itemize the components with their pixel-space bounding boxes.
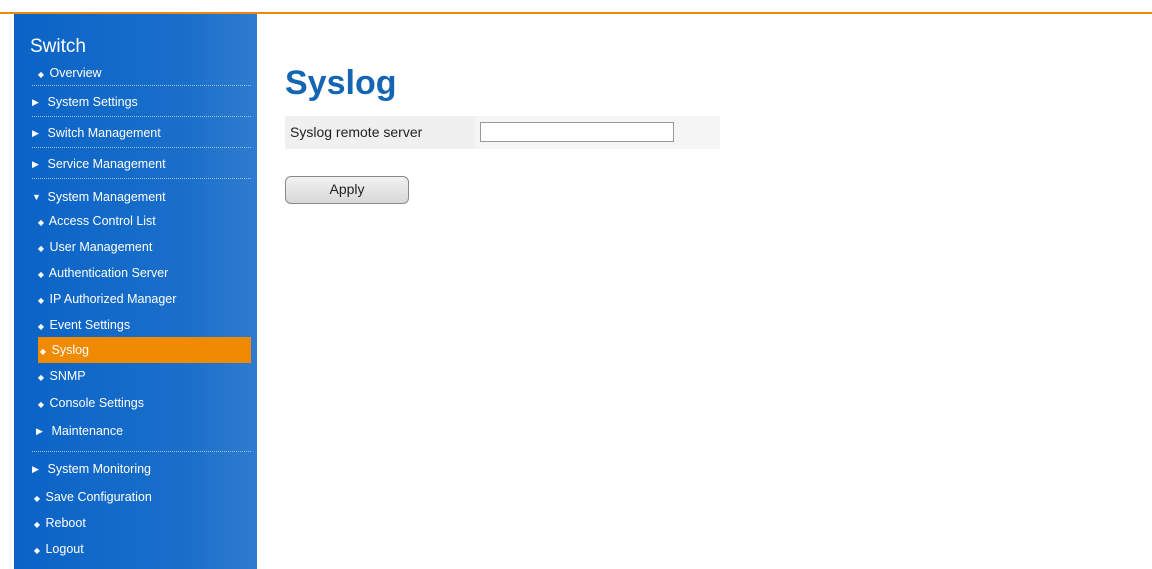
sidebar-item-system-management[interactable]: ▼ System Management (32, 186, 237, 208)
diamond-icon: ◆ (37, 296, 45, 305)
sidebar-item-event-settings[interactable]: ◆ Event Settings (36, 314, 241, 336)
divider (32, 116, 251, 117)
triangle-right-icon: ▶ (32, 128, 39, 138)
divider (32, 178, 251, 179)
sidebar-item-label: Console Settings (49, 396, 144, 410)
sidebar-item-label: Overview (49, 66, 102, 80)
sidebar-item-user-management[interactable]: ◆ User Management (36, 236, 241, 258)
triangle-right-icon: ▶ (36, 426, 43, 436)
sidebar-item-label: System Monitoring (47, 462, 151, 476)
diamond-icon: ◆ (39, 347, 47, 356)
triangle-right-icon: ▶ (32, 97, 39, 107)
sidebar-item-label: SNMP (49, 369, 86, 383)
diamond-icon: ◆ (37, 244, 45, 253)
triangle-right-icon: ▶ (32, 159, 39, 169)
sidebar-item-label: Service Management (47, 157, 166, 171)
sidebar-item-syslog[interactable]: ◆ Syslog (38, 337, 251, 363)
syslog-settings-table: Syslog remote server (285, 116, 720, 149)
sidebar-item-service-management[interactable]: ▶ Service Management (32, 153, 237, 175)
diamond-icon: ◆ (33, 520, 41, 529)
sidebar: Switch ◆ Overview ▶ System Settings ▶ Sw… (14, 14, 257, 569)
syslog-remote-server-cell (475, 116, 720, 149)
sidebar-item-label: Maintenance (51, 424, 124, 438)
sidebar-item-snmp[interactable]: ◆ SNMP (36, 365, 241, 387)
diamond-icon: ◆ (33, 494, 41, 503)
divider (32, 451, 251, 452)
diamond-icon: ◆ (37, 70, 45, 79)
sidebar-item-switch-management[interactable]: ▶ Switch Management (32, 122, 237, 144)
sidebar-item-label: Syslog (51, 343, 90, 357)
sidebar-item-ip-authorized-manager[interactable]: ◆ IP Authorized Manager (36, 288, 241, 310)
sidebar-item-label: Logout (45, 542, 84, 556)
sidebar-item-system-settings[interactable]: ▶ System Settings (32, 91, 237, 113)
sidebar-item-access-control-list[interactable]: ◆ Access Control List (36, 210, 241, 232)
sidebar-item-label: Switch Management (47, 126, 161, 140)
diamond-icon: ◆ (37, 218, 45, 227)
triangle-down-icon: ▼ (32, 192, 41, 202)
divider (32, 85, 251, 86)
page-title: Syslog (285, 64, 397, 102)
divider (32, 147, 251, 148)
sidebar-item-reboot[interactable]: ◆ Reboot (32, 512, 237, 534)
sidebar-title: Switch (30, 36, 86, 57)
sidebar-item-system-monitoring[interactable]: ▶ System Monitoring (32, 458, 237, 480)
sidebar-item-label: Save Configuration (45, 490, 152, 504)
diamond-icon: ◆ (37, 322, 45, 331)
sidebar-item-label: System Settings (47, 95, 138, 109)
sidebar-item-maintenance[interactable]: ▶ Maintenance (36, 420, 241, 442)
sidebar-item-console-settings[interactable]: ◆ Console Settings (36, 392, 241, 414)
sidebar-item-overview[interactable]: ◆ Overview (36, 62, 241, 84)
sidebar-item-logout[interactable]: ◆ Logout (32, 538, 237, 560)
sidebar-item-label: Access Control List (48, 214, 156, 228)
sidebar-item-label: Reboot (45, 516, 86, 530)
sidebar-item-save-configuration[interactable]: ◆ Save Configuration (32, 486, 237, 508)
diamond-icon: ◆ (37, 270, 45, 279)
triangle-right-icon: ▶ (32, 464, 39, 474)
diamond-icon: ◆ (33, 546, 41, 555)
sidebar-item-label: Event Settings (49, 318, 131, 332)
main-content: Syslog Syslog remote server Apply (257, 14, 1152, 569)
apply-button[interactable]: Apply (285, 176, 409, 204)
diamond-icon: ◆ (37, 400, 45, 409)
sidebar-item-authentication-server[interactable]: ◆ Authentication Server (36, 262, 241, 284)
sidebar-item-label: System Management (47, 190, 166, 204)
sidebar-item-label: User Management (49, 240, 153, 254)
syslog-remote-server-input[interactable] (480, 122, 674, 142)
syslog-remote-server-label: Syslog remote server (290, 116, 472, 149)
sidebar-item-label: IP Authorized Manager (49, 292, 177, 306)
diamond-icon: ◆ (37, 373, 45, 382)
sidebar-item-label: Authentication Server (48, 266, 169, 280)
